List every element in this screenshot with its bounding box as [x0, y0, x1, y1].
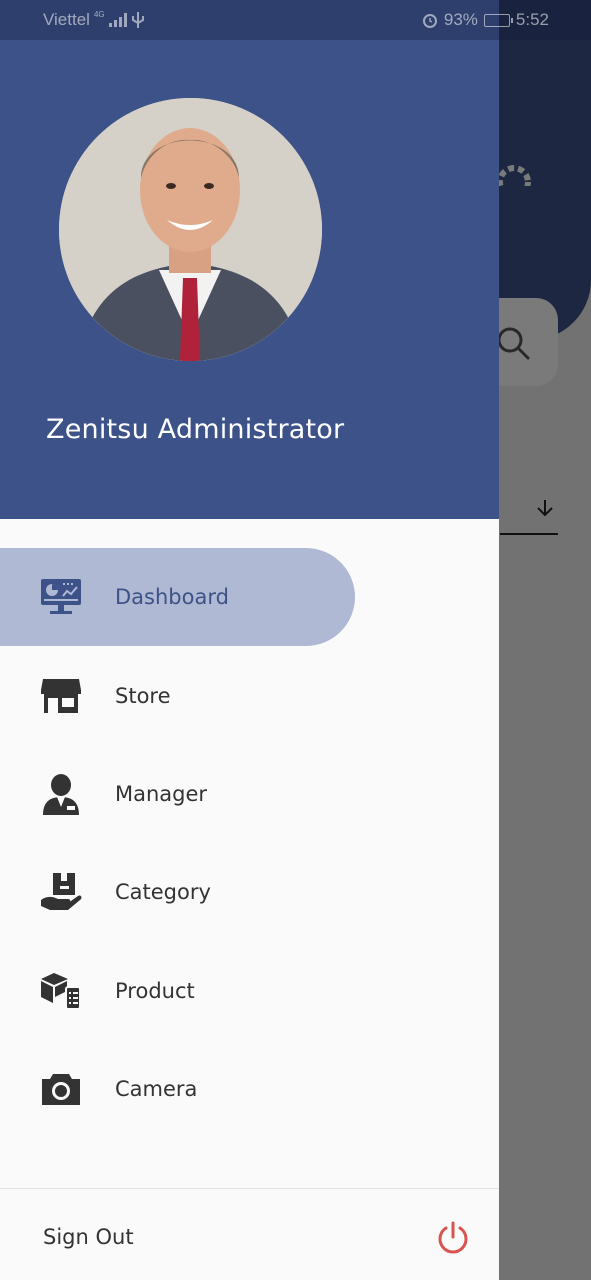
- store-icon: [40, 676, 82, 716]
- drawer-header: Zenitsu Administrator: [0, 0, 499, 519]
- product-icon: [40, 971, 82, 1011]
- user-name: Zenitsu Administrator: [46, 414, 345, 445]
- usb-icon: [131, 12, 144, 28]
- network-type: 4G: [93, 9, 105, 19]
- clock: 5:52: [515, 10, 549, 29]
- menu-item-product[interactable]: Product: [0, 942, 355, 1040]
- menu-item-dashboard[interactable]: Dashboard: [0, 548, 355, 647]
- menu-label-category: Category: [115, 880, 211, 905]
- menu-item-store[interactable]: Store: [0, 646, 355, 744]
- menu-label-manager: Manager: [115, 781, 208, 806]
- menu-label-dashboard: Dashboard: [115, 585, 229, 610]
- menu-label-store: Store: [115, 683, 171, 708]
- category-icon: [40, 872, 82, 912]
- dashboard-icon: [40, 577, 82, 617]
- camera-icon: [40, 1069, 82, 1109]
- menu-label-product: Product: [115, 978, 195, 1003]
- status-bar: Viettel 4G 93% 5:52: [0, 0, 591, 40]
- battery-icon: [483, 13, 513, 27]
- status-right: 93% 5:52: [422, 10, 549, 30]
- navigation-drawer: Zenitsu Administrator Dashboard Store Ma…: [0, 0, 499, 1280]
- signal-icon: [108, 13, 127, 27]
- manager-icon: [40, 773, 82, 815]
- power-icon[interactable]: [436, 1221, 470, 1255]
- user-photo-icon: [59, 98, 322, 361]
- battery-percent: 93%: [443, 10, 478, 29]
- menu-item-manager[interactable]: Manager: [0, 745, 355, 843]
- menu-item-camera[interactable]: Camera: [0, 1040, 355, 1138]
- avatar[interactable]: [59, 98, 322, 361]
- sign-out-button[interactable]: Sign Out: [0, 1189, 499, 1280]
- drawer-menu: Dashboard Store Manager Category Product…: [0, 548, 499, 1138]
- carrier-label: Viettel: [43, 10, 90, 29]
- status-left: Viettel 4G: [43, 10, 145, 30]
- menu-label-camera: Camera: [115, 1077, 198, 1102]
- alarm-icon: [422, 14, 437, 28]
- sign-out-label: Sign Out: [43, 1225, 134, 1249]
- menu-item-category[interactable]: Category: [0, 843, 355, 941]
